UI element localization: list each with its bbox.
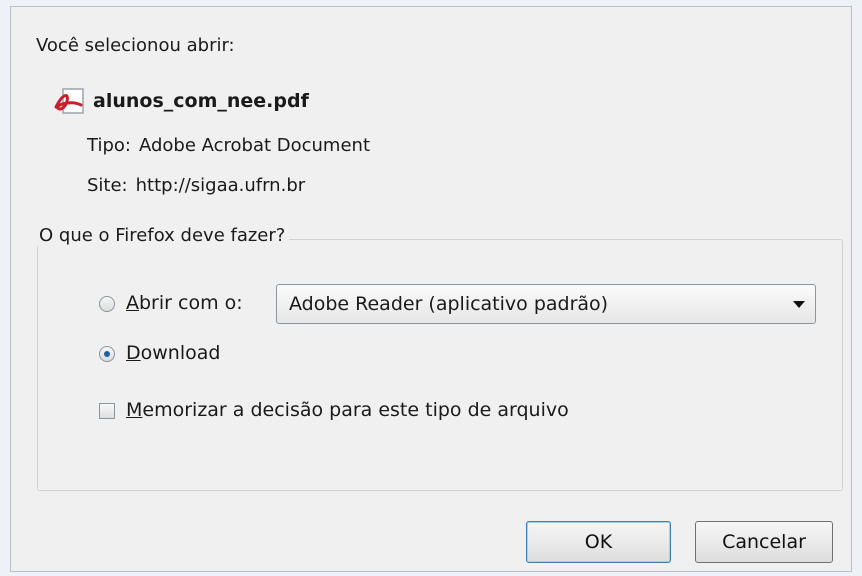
type-value: Adobe Acrobat Document: [138, 135, 371, 156]
download-label-text: ownload: [140, 342, 221, 364]
type-label: Tipo:: [87, 135, 131, 156]
application-select-value: Adobe Reader (aplicativo padrão): [289, 293, 609, 315]
file-name: alunos_com_nee.pdf: [93, 90, 309, 112]
remember-checkbox[interactable]: [99, 403, 115, 419]
pdf-file-icon: [54, 88, 84, 114]
site-line: Site: http://sigaa.ufrn.br: [87, 175, 305, 196]
file-type-line: Tipo: Adobe Acrobat Document: [87, 135, 370, 156]
cancel-button[interactable]: Cancelar: [695, 521, 833, 563]
open-with-mnemonic: A: [126, 292, 139, 314]
action-group-legend: O que o Firefox deve fazer?: [35, 225, 290, 246]
site-label: Site:: [87, 175, 128, 196]
download-radio[interactable]: [99, 346, 115, 362]
intro-text: Você selecionou abrir:: [36, 35, 235, 56]
download-label[interactable]: Download: [126, 342, 220, 364]
open-with-label[interactable]: Abrir com o:: [126, 292, 243, 314]
remember-label[interactable]: Memorizar a decisão para este tipo de ar…: [126, 399, 569, 421]
ok-button[interactable]: OK: [526, 521, 671, 563]
remember-mnemonic: M: [126, 399, 143, 421]
remember-label-text: emorizar a decisão para este tipo de arq…: [142, 399, 569, 421]
application-select[interactable]: Adobe Reader (aplicativo padrão): [276, 284, 816, 324]
open-with-label-text: brir com o:: [139, 292, 243, 314]
download-dialog: Você selecionou abrir: alunos_com_nee.pd…: [10, 6, 852, 572]
download-mnemonic: D: [126, 342, 141, 364]
file-row: alunos_com_nee.pdf: [53, 87, 309, 115]
open-with-radio[interactable]: [99, 296, 115, 312]
site-value: http://sigaa.ufrn.br: [135, 175, 306, 196]
chevron-down-icon: [793, 301, 805, 308]
action-groupbox: [37, 239, 843, 491]
